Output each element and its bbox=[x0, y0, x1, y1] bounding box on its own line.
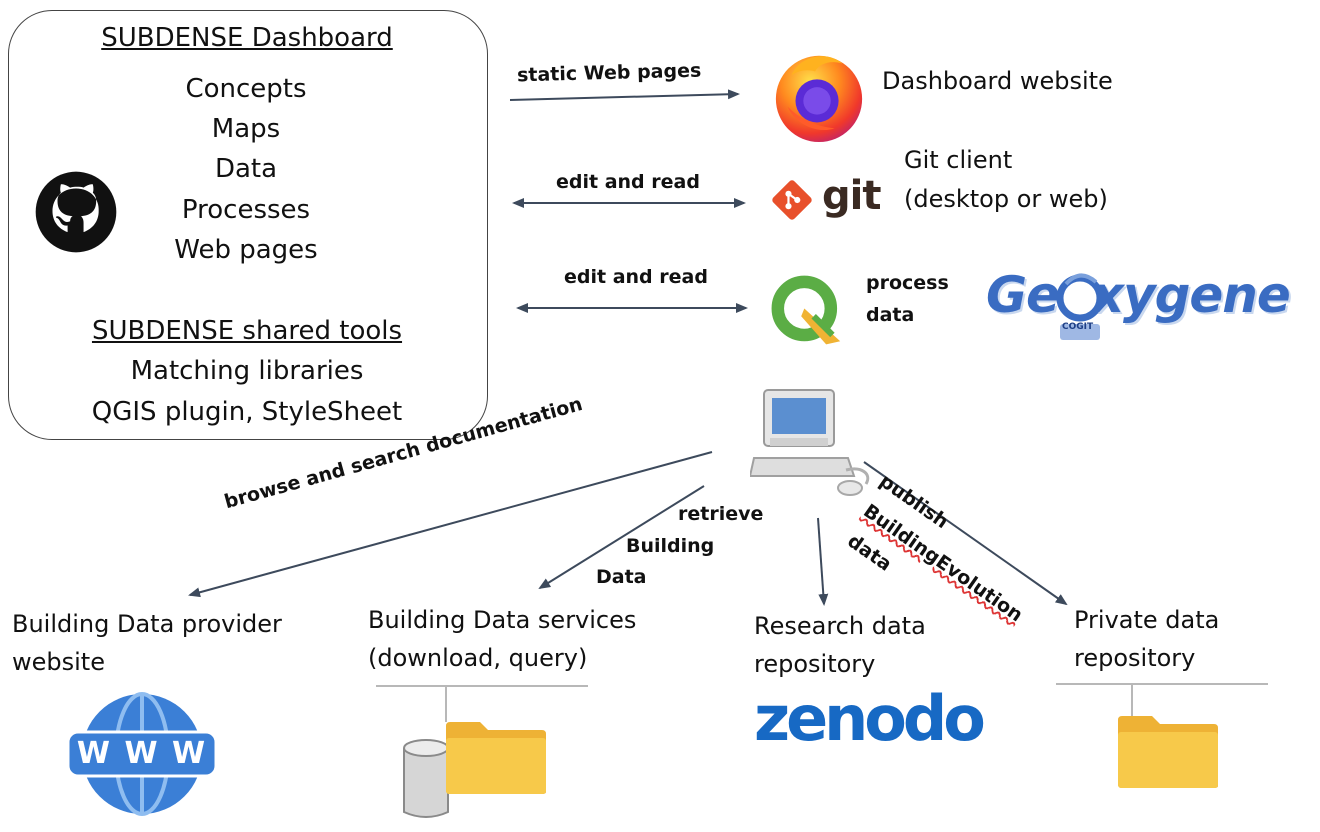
git-client-sublabel: (desktop or web) bbox=[904, 185, 1108, 213]
qgis-icon bbox=[771, 275, 841, 345]
folder-icon bbox=[446, 722, 546, 794]
firefox-icon bbox=[775, 55, 863, 143]
label-edit-read-qgis: edit and read bbox=[564, 266, 708, 288]
provider-subtitle: website bbox=[12, 648, 105, 676]
geoxygene-logo: Ge xygene COGIT bbox=[986, 266, 1314, 346]
geoxygene-emblem bbox=[1056, 273, 1104, 340]
git-wordmark: git bbox=[822, 173, 881, 219]
services-subtitle: (download, query) bbox=[368, 644, 588, 672]
process-label: process bbox=[866, 272, 949, 294]
arrow-static-web bbox=[509, 89, 740, 101]
label-building: Building bbox=[626, 535, 715, 557]
cogit-label: COGIT bbox=[1062, 322, 1094, 332]
provider-title: Building Data provider bbox=[12, 610, 282, 638]
process-data-label: data bbox=[866, 304, 915, 326]
git-icon bbox=[772, 180, 812, 220]
label-edit-read-git: edit and read bbox=[556, 171, 700, 193]
dashboard-website-label: Dashboard website bbox=[882, 67, 1113, 95]
private-title: Private data bbox=[1074, 606, 1220, 634]
geoxygene-wordmark: Ge xygene bbox=[986, 266, 1291, 324]
label-data: Data bbox=[596, 566, 647, 588]
research-subtitle: repository bbox=[754, 650, 876, 678]
www-label: W W W bbox=[76, 736, 208, 771]
zenodo-logo: zenodo bbox=[754, 682, 986, 755]
label-retrieve: retrieve bbox=[678, 503, 764, 525]
arrow-research bbox=[817, 517, 829, 606]
private-subtitle: repository bbox=[1074, 644, 1196, 672]
private-folder-icon bbox=[1118, 716, 1218, 788]
computer-icon bbox=[750, 389, 870, 496]
research-title: Research data bbox=[754, 612, 926, 640]
git-client-label: Git client bbox=[904, 146, 1013, 174]
services-title: Building Data services bbox=[368, 606, 637, 634]
